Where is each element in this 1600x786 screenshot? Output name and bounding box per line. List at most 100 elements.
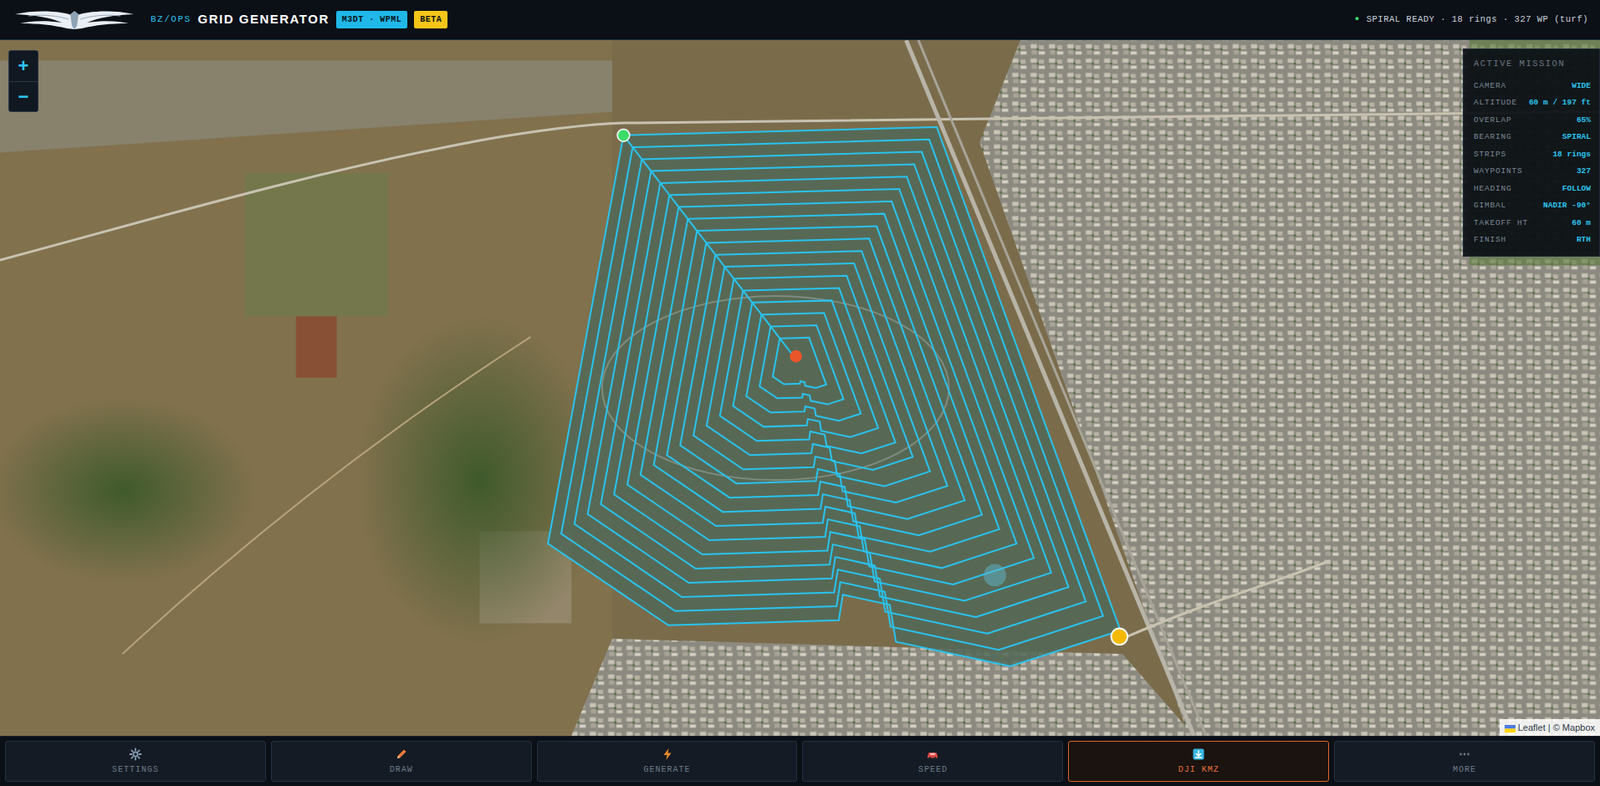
more-dots-icon bbox=[1457, 747, 1472, 762]
mission-row: FINISH RTH bbox=[1473, 231, 1591, 250]
flight-ring bbox=[547, 127, 1120, 667]
toolbar-button[interactable]: DJI KMZ bbox=[1068, 741, 1330, 783]
toolbar-button[interactable]: MORE bbox=[1334, 741, 1595, 783]
farmland bbox=[0, 40, 613, 737]
flight-ring bbox=[759, 325, 844, 405]
download-icon bbox=[1191, 747, 1206, 762]
mission-row: OVERLAP 65% bbox=[1473, 112, 1591, 130]
map-view[interactable]: +− ACTIVE MISSION CAMERA WIDE ALTITUDE 60 m /… bbox=[0, 40, 1600, 737]
mission-label: ALTITUDE bbox=[1473, 97, 1518, 109]
mission-label: BEARING bbox=[1473, 131, 1513, 144]
map-canvas[interactable] bbox=[0, 40, 1600, 737]
flight-link bbox=[705, 242, 716, 255]
map-attribution: Leaflet | © Mapbox bbox=[1499, 719, 1600, 737]
attribution-text[interactable]: Leaflet | © Mapbox bbox=[1518, 722, 1595, 733]
track bbox=[602, 296, 950, 481]
map-base bbox=[0, 40, 1600, 737]
mission-label: CAMERA bbox=[1473, 80, 1507, 93]
panel-title: ACTIVE MISSION bbox=[1473, 57, 1591, 72]
car-icon bbox=[925, 747, 940, 762]
download-icon bbox=[1191, 747, 1206, 762]
mission-row: ALTITUDE 60 m / 197 ft bbox=[1473, 94, 1591, 113]
flight-ring bbox=[706, 276, 913, 471]
flight-ring bbox=[772, 337, 827, 389]
zoom-out-button[interactable]: − bbox=[9, 81, 38, 112]
survey-area[interactable] bbox=[547, 127, 1120, 667]
mission-row: BEARING SPIRAL bbox=[1473, 128, 1591, 147]
flight-link bbox=[659, 183, 670, 195]
flight-ring bbox=[666, 238, 965, 519]
status-text: SPIRAL READY · 18 rings · 327 WP (turf) bbox=[1366, 13, 1589, 27]
center-marker[interactable] bbox=[789, 350, 803, 363]
gear-icon bbox=[128, 747, 143, 762]
flight-ring bbox=[640, 214, 1000, 553]
app-window: BZ/OPSGRID GENERATORM3DT · WPMLBETA●SPIR… bbox=[0, 0, 1600, 786]
ukraine-flag-icon bbox=[1504, 725, 1516, 733]
zoom-in-button[interactable]: + bbox=[9, 51, 38, 82]
flight-ring bbox=[693, 263, 931, 486]
flight-ring bbox=[746, 312, 861, 421]
flight-link bbox=[742, 291, 752, 303]
mission-label: STRIPS bbox=[1473, 148, 1507, 161]
flight-ring bbox=[574, 152, 1086, 634]
flight-link bbox=[715, 255, 725, 267]
area-marker bbox=[983, 563, 1007, 587]
flight-ring bbox=[654, 226, 982, 537]
flight-link bbox=[770, 326, 780, 338]
mission-value: 327 bbox=[1576, 165, 1591, 178]
pencil-icon bbox=[394, 747, 409, 762]
toolbar-label: SETTINGS bbox=[112, 763, 159, 777]
flight-link bbox=[687, 219, 697, 231]
road bbox=[122, 337, 531, 655]
flight-ring bbox=[627, 201, 1017, 569]
toolbar-label: SPEED bbox=[918, 763, 948, 777]
mission-panel: ACTIVE MISSION CAMERA WIDE ALTITUDE 60 m / 1… bbox=[1462, 48, 1600, 257]
flight-ring bbox=[561, 139, 1104, 650]
end-marker[interactable] bbox=[1111, 628, 1129, 646]
mission-label: GIMBAL bbox=[1473, 199, 1507, 212]
toolbar-button[interactable]: DRAW bbox=[270, 741, 532, 783]
mission-label: FINISH bbox=[1473, 234, 1507, 246]
mission-row: STRIPS18 rings bbox=[1473, 146, 1591, 164]
flight-ring bbox=[720, 288, 896, 455]
suburb bbox=[571, 638, 1194, 737]
road bbox=[1122, 562, 1327, 639]
org-label: BZ/OPS bbox=[150, 12, 192, 27]
bottom-toolbar: SETTINGS DRAW GENERATE SPEED DJI KMZ MORE bbox=[0, 736, 1600, 786]
flight-ring bbox=[613, 189, 1034, 585]
more-dots-icon bbox=[1457, 747, 1472, 762]
header-badge: M3DT · WPML bbox=[336, 10, 409, 29]
flight-link bbox=[632, 147, 642, 159]
mission-value: 65% bbox=[1576, 114, 1591, 127]
flight-link bbox=[733, 278, 743, 291]
flight-link bbox=[678, 207, 688, 220]
field bbox=[296, 316, 338, 378]
mission-value: WIDE bbox=[1571, 80, 1591, 93]
status-indicator: ●SPIRAL READY · 18 rings · 327 WP (turf) bbox=[1354, 13, 1589, 27]
zoom-control: +− bbox=[8, 50, 39, 113]
brand: BZ/OPSGRID GENERATORM3DT · WPMLBETA bbox=[150, 10, 448, 30]
mission-value: 60 m / 197 ft bbox=[1528, 97, 1591, 109]
flight-link bbox=[761, 314, 771, 327]
app-title: GRID GENERATOR bbox=[198, 10, 330, 30]
mission-row: GIMBAL NADIR -90° bbox=[1473, 197, 1591, 215]
toolbar-button[interactable]: SPEED bbox=[802, 741, 1064, 783]
mission-value: NADIR -90° bbox=[1543, 199, 1591, 212]
toolbar-label: DJI KMZ bbox=[1178, 763, 1220, 777]
mission-value: RTH bbox=[1576, 234, 1591, 246]
flight-link bbox=[724, 266, 734, 279]
flight-ring bbox=[587, 163, 1069, 618]
start-marker[interactable] bbox=[617, 128, 630, 142]
survey-area-tint bbox=[547, 127, 1120, 667]
mission-value: SPIRAL bbox=[1562, 131, 1591, 144]
mission-row: TAKEOFF HT60 m bbox=[1473, 214, 1591, 233]
flight-link bbox=[669, 194, 679, 207]
toolbar-button[interactable]: SETTINGS bbox=[5, 741, 266, 783]
toolbar-label: GENERATE bbox=[644, 763, 691, 777]
toolbar-button[interactable]: GENERATE bbox=[536, 741, 798, 783]
flight-link bbox=[696, 230, 706, 243]
mission-label: OVERLAP bbox=[1473, 114, 1513, 127]
toolbar-label: MORE bbox=[1452, 763, 1477, 777]
mission-label: WAYPOINTS bbox=[1473, 165, 1524, 178]
top-bar: BZ/OPSGRID GENERATORM3DT · WPMLBETA●SPIR… bbox=[0, 0, 1600, 41]
